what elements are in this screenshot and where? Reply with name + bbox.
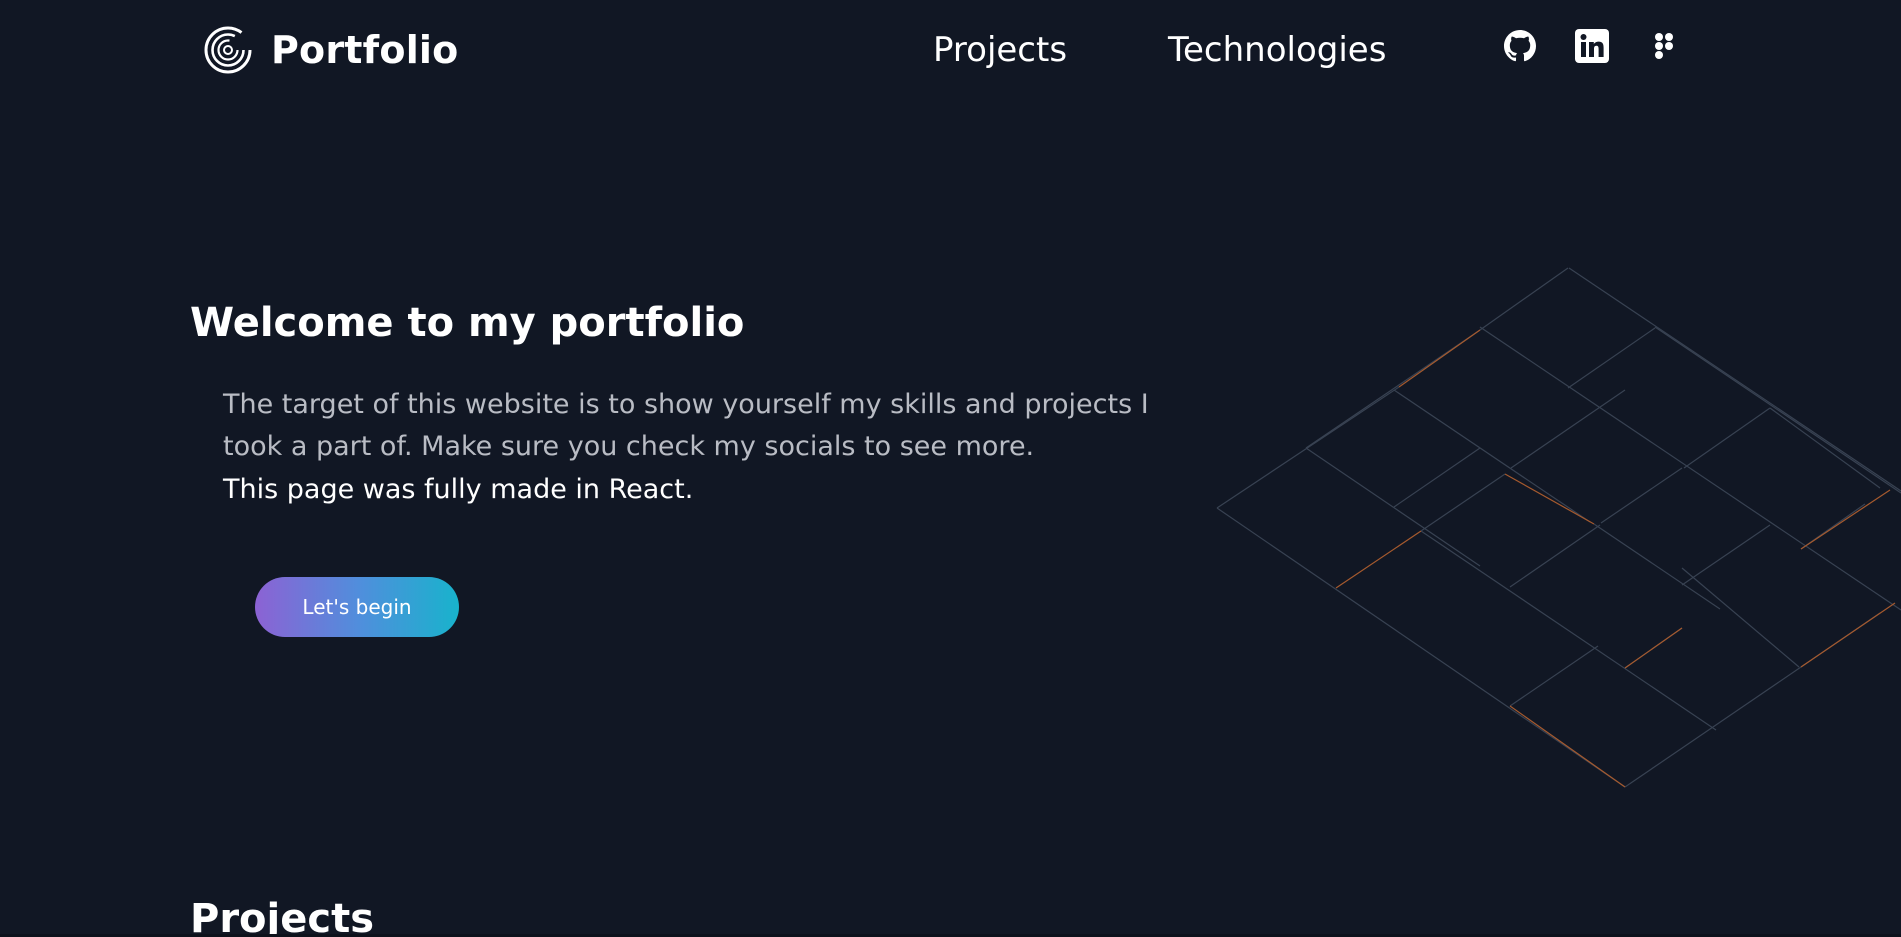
hero-title: Welcome to my portfolio <box>190 300 745 346</box>
nav-link-technologies[interactable]: Technologies <box>1168 28 1386 72</box>
github-icon <box>1504 30 1536 62</box>
github-link[interactable] <box>1501 27 1539 65</box>
projects-section-title: Projects <box>190 896 375 937</box>
nav-link-projects[interactable]: Projects <box>933 28 1067 72</box>
lets-begin-button[interactable]: Let's begin <box>255 577 459 637</box>
linkedin-link[interactable] <box>1573 27 1611 65</box>
linkedin-icon <box>1575 29 1609 63</box>
hero-note: This page was fully made in React. <box>223 474 694 505</box>
brand-name: Portfolio <box>271 28 459 72</box>
hero-description: The target of this website is to show yo… <box>223 389 1149 462</box>
isometric-grid-decoration <box>1216 267 1901 788</box>
brand[interactable]: Portfolio <box>203 22 458 78</box>
portfolio-page: Portfolio Projects Technologies Welcome … <box>0 0 1901 937</box>
spiral-logo-icon <box>204 26 252 74</box>
figma-link[interactable] <box>1645 27 1683 65</box>
figma-icon <box>1655 33 1673 59</box>
